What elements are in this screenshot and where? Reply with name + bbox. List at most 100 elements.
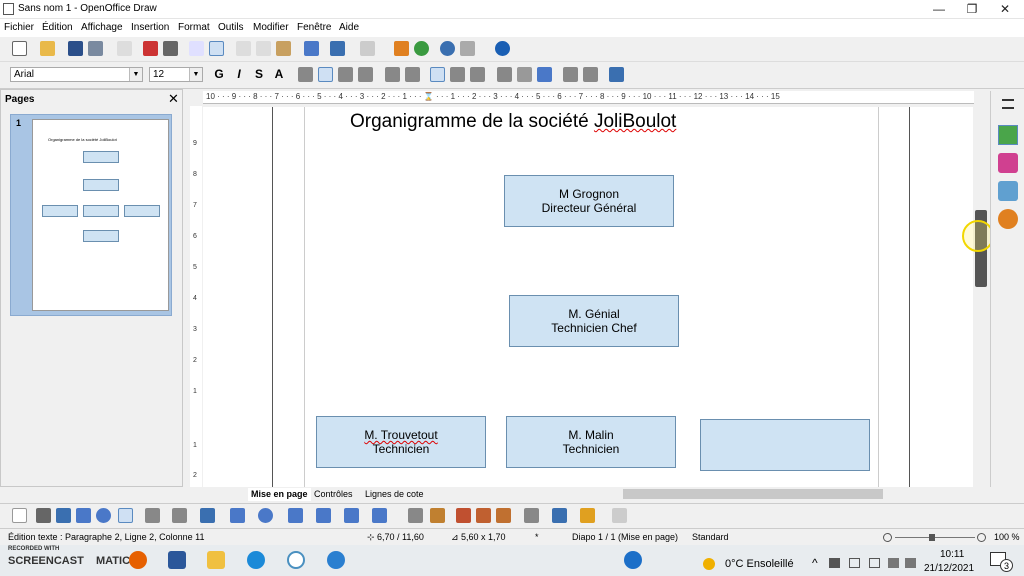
zoom-in-icon[interactable] xyxy=(977,533,986,542)
chevron-up-icon[interactable]: ^ xyxy=(812,556,818,570)
select-arrow-icon[interactable] xyxy=(12,508,27,523)
spellcheck-icon[interactable] xyxy=(189,41,204,56)
edge-icon[interactable] xyxy=(247,551,265,569)
tab-lignes-de-cote[interactable]: Lignes de cote xyxy=(365,488,424,501)
save-icon[interactable] xyxy=(68,41,83,56)
menu-fenetre[interactable]: Fenêtre xyxy=(297,22,331,33)
fontwork-icon[interactable] xyxy=(456,508,471,523)
properties-icon[interactable] xyxy=(998,125,1018,145)
restore-button[interactable]: ❐ xyxy=(955,0,989,19)
styles-icon[interactable] xyxy=(998,153,1018,173)
stars-icon[interactable] xyxy=(372,508,387,523)
paste-icon[interactable] xyxy=(276,41,291,56)
tab-mise-en-page[interactable]: Mise en page xyxy=(248,488,311,501)
line-icon[interactable] xyxy=(36,508,51,523)
flowchart-icon[interactable] xyxy=(316,508,331,523)
vertical-ruler[interactable]: 9 8 7 6 5 4 3 2 1 1 2 xyxy=(190,106,202,487)
org-chart-title[interactable]: Organigramme de la société JoliBoulot xyxy=(350,111,676,133)
open-folder-icon[interactable] xyxy=(40,41,55,56)
align-left-icon[interactable] xyxy=(298,67,313,82)
cut-icon[interactable] xyxy=(236,41,251,56)
minimize-button[interactable]: — xyxy=(922,0,956,19)
navigator-icon[interactable] xyxy=(414,41,429,56)
chevron-down-icon[interactable]: ▼ xyxy=(189,68,202,81)
arrow-line-icon[interactable] xyxy=(56,508,71,523)
bold-button[interactable]: G xyxy=(211,66,227,82)
help-icon[interactable] xyxy=(624,551,642,569)
battery-icon[interactable] xyxy=(869,558,880,568)
glue-points-icon[interactable] xyxy=(430,508,445,523)
navigator-icon[interactable] xyxy=(998,209,1018,229)
curve-icon[interactable] xyxy=(145,508,160,523)
menu-format[interactable]: Format xyxy=(178,22,210,33)
zoom-out-icon[interactable] xyxy=(883,533,892,542)
clock-time[interactable]: 10:11 xyxy=(940,549,964,560)
gallery-icon[interactable] xyxy=(496,508,511,523)
org-box-technicien-1[interactable]: M. Trouvetout Technicien xyxy=(316,416,486,468)
wifi-icon[interactable] xyxy=(888,558,899,568)
app-circle-icon[interactable] xyxy=(287,551,305,569)
line-spacing-15-icon[interactable] xyxy=(450,67,465,82)
rectangle-icon[interactable] xyxy=(76,508,91,523)
file-explorer-icon[interactable] xyxy=(207,551,225,569)
vertical-text-icon[interactable] xyxy=(583,67,598,82)
export-pdf-icon[interactable] xyxy=(143,41,158,56)
redo-icon[interactable] xyxy=(360,41,375,56)
indent-icon[interactable] xyxy=(405,67,420,82)
alignment-icon[interactable] xyxy=(552,508,567,523)
org-box-technicien-chef[interactable]: M. Génial Technicien Chef xyxy=(509,295,679,347)
chart-icon[interactable] xyxy=(394,41,409,56)
zoom-icon[interactable] xyxy=(460,41,475,56)
arrange-icon[interactable] xyxy=(580,508,595,523)
print-icon[interactable] xyxy=(163,41,178,56)
font-color-icon[interactable] xyxy=(609,67,624,82)
text-direction-icon[interactable] xyxy=(563,67,578,82)
paragraph-icon[interactable] xyxy=(537,67,552,82)
volume-icon[interactable] xyxy=(905,558,916,568)
connector-icon[interactable] xyxy=(172,508,187,523)
extrusion-icon[interactable] xyxy=(612,508,627,523)
basic-shapes-icon[interactable] xyxy=(230,508,245,523)
menu-insertion[interactable]: Insertion xyxy=(131,22,169,33)
org-box-directeur[interactable]: M Grognon Directeur Général xyxy=(504,175,674,227)
zoom-slider[interactable] xyxy=(895,537,975,538)
menu-edition[interactable]: Édition xyxy=(42,22,73,33)
zoom-slider-handle[interactable] xyxy=(929,534,935,541)
openoffice-taskbar-icon[interactable] xyxy=(327,551,345,569)
close-button[interactable]: ✕ xyxy=(988,0,1022,19)
font-name-box[interactable]: Arial ▼ xyxy=(10,67,143,82)
close-icon[interactable]: ✕ xyxy=(168,91,179,107)
auto-spellcheck-icon[interactable] xyxy=(209,41,224,56)
shadow-button[interactable]: S xyxy=(251,66,267,82)
points-icon[interactable] xyxy=(408,508,423,523)
chevron-down-icon[interactable]: ▼ xyxy=(129,68,142,81)
clone-format-icon[interactable] xyxy=(304,41,319,56)
callouts-icon[interactable] xyxy=(344,508,359,523)
block-arrows-icon[interactable] xyxy=(288,508,303,523)
ellipse-icon[interactable] xyxy=(96,508,111,523)
vertical-scrollbar[interactable] xyxy=(974,91,988,487)
outline-button[interactable]: A xyxy=(271,66,287,82)
help-icon[interactable] xyxy=(495,41,510,56)
align-center-icon[interactable] xyxy=(318,67,333,82)
bullets-icon[interactable] xyxy=(385,67,400,82)
justify-icon[interactable] xyxy=(358,67,373,82)
text-tool-icon[interactable] xyxy=(118,508,133,523)
character-icon[interactable] xyxy=(517,67,532,82)
font-size-box[interactable]: 12 ▼ xyxy=(149,67,203,82)
drawing-canvas[interactable]: Organigramme de la société JoliBoulot M … xyxy=(203,107,973,487)
line-spacing-1-icon[interactable] xyxy=(430,67,445,82)
undo-icon[interactable] xyxy=(330,41,345,56)
weather-text[interactable]: 0°C Ensoleillé xyxy=(725,558,794,570)
menu-outils[interactable]: Outils xyxy=(218,22,244,33)
menu-aide[interactable]: Aide xyxy=(339,22,359,33)
tab-controles[interactable]: Contrôles xyxy=(314,488,353,501)
word-icon[interactable] xyxy=(168,551,186,569)
firefox-icon[interactable] xyxy=(129,551,147,569)
menu-affichage[interactable]: Affichage xyxy=(81,22,123,33)
paragraph-spacing-icon[interactable] xyxy=(497,67,512,82)
from-file-icon[interactable] xyxy=(476,508,491,523)
email-icon[interactable] xyxy=(88,41,103,56)
page-thumbnail[interactable]: 1 Organigramme de la société JoliBoulot xyxy=(10,114,172,316)
align-right-icon[interactable] xyxy=(338,67,353,82)
